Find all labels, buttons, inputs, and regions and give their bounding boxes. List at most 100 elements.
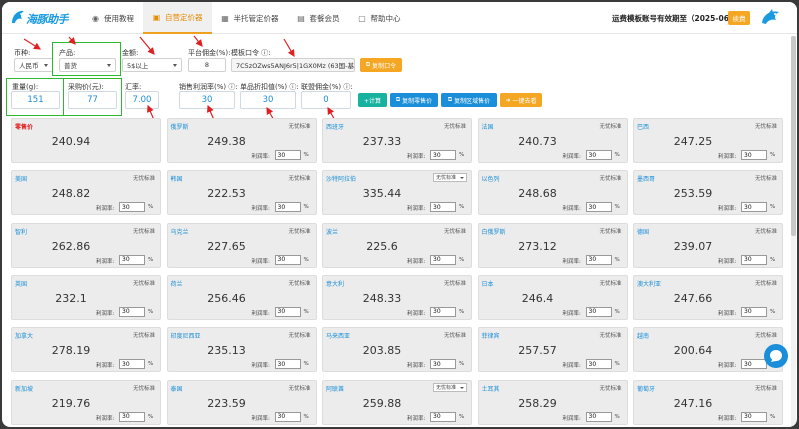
country-name[interactable]: 葡萄牙	[637, 384, 655, 393]
chat-support-button[interactable]	[764, 344, 788, 368]
margin-input[interactable]: 30	[430, 150, 456, 160]
country-name[interactable]: 乌克兰	[171, 227, 189, 236]
nav-membership[interactable]: ▤ 套餐会员	[288, 2, 349, 34]
margin-input[interactable]: 30	[585, 306, 612, 317]
shipping-method-select[interactable]: 无忧标准	[433, 173, 467, 183]
arrow-right-icon: ➜	[505, 96, 511, 104]
margin-input[interactable]: 30	[430, 359, 456, 370]
margin-input[interactable]: 30	[119, 254, 145, 265]
weight-input[interactable]: 151	[11, 91, 60, 109]
country-card: 沙特阿拉伯 无忧标准 335.44 利润率: 30%	[322, 170, 472, 216]
margin-input[interactable]: 30	[430, 254, 456, 265]
country-name[interactable]: 波兰	[326, 227, 338, 236]
currency-select[interactable]: 人民币	[14, 58, 53, 72]
exchange-rate-input[interactable]: 7.00	[125, 91, 159, 109]
country-name[interactable]: 菲律宾	[482, 331, 500, 340]
amount-select[interactable]: 5$以上	[122, 58, 182, 72]
percent-sign: %	[459, 152, 465, 158]
amount-label: 金额:	[122, 49, 139, 57]
margin-input[interactable]: 30	[274, 411, 301, 422]
margin-label: 利润率:	[96, 258, 115, 265]
country-name[interactable]: 澳大利亚	[637, 279, 661, 288]
country-name[interactable]: 韩国	[171, 174, 183, 183]
country-name[interactable]: 智利	[15, 227, 27, 236]
shipping-method-tag: 无忧标准	[754, 228, 777, 235]
margin-input[interactable]: 30	[741, 202, 767, 213]
copy-retail-button[interactable]: ⧉ 复制零售价	[390, 93, 438, 107]
margin-label: 利润率:	[251, 363, 270, 370]
margin-input[interactable]: 30	[274, 359, 301, 370]
margin-input[interactable]: 30	[119, 306, 145, 317]
margin-input[interactable]: 30	[741, 411, 767, 422]
country-name[interactable]: 马来西亚	[326, 331, 350, 340]
app-logo[interactable]: 海豚助手	[10, 7, 72, 29]
renew-button[interactable]: 续费	[728, 11, 750, 25]
country-name[interactable]: 以色列	[482, 174, 500, 183]
margin-input[interactable]: 30	[119, 202, 145, 213]
country-name[interactable]: 日本	[482, 279, 494, 288]
purchase-price-input[interactable]: 77	[68, 91, 117, 109]
nav-help[interactable]: ▢ 帮助中心	[349, 2, 410, 34]
country-name[interactable]: 美国	[15, 174, 27, 183]
country-name[interactable]: 印度尼西亚	[171, 331, 201, 340]
country-name[interactable]: 英国	[15, 279, 27, 288]
copy-code-button[interactable]: ⧉ 复制口令	[360, 58, 402, 72]
country-name[interactable]: 德国	[637, 227, 649, 236]
margin-input[interactable]: 30	[585, 150, 612, 160]
nav-tutorial[interactable]: ◉ 使用教程	[82, 2, 143, 34]
one-click-button[interactable]: ➜ 一键去看	[500, 93, 542, 107]
scrollbar-thumb[interactable]	[791, 36, 796, 236]
country-name[interactable]: 新加坡	[15, 384, 33, 393]
country-name[interactable]: 荷兰	[171, 279, 183, 288]
country-card: 韩国 无忧标准 222.53 利润率: 30%	[166, 170, 317, 216]
margin-input[interactable]: 30	[741, 254, 767, 265]
template-code-input[interactable]: 7C5zOZws5ANJ6r5|1GX0Mz (63国-基本号	[231, 58, 355, 72]
country-name[interactable]: 西班牙	[326, 122, 344, 131]
sales-margin-input[interactable]: 30	[179, 91, 235, 109]
country-name[interactable]: 土耳其	[482, 384, 500, 393]
margin-input[interactable]: 30	[585, 202, 612, 213]
country-card: 乌克兰 无忧标准 227.65 利润率: 30%	[166, 222, 317, 268]
country-name[interactable]: 墨西哥	[637, 174, 655, 183]
margin-input[interactable]: 30	[430, 202, 456, 213]
margin-input[interactable]: 30	[585, 359, 612, 370]
margin-input[interactable]: 30	[430, 411, 456, 422]
nav-self-pricer[interactable]: ▣ 自营定价器	[143, 2, 212, 34]
margin-label: 利润率:	[562, 258, 581, 265]
chevron-down-icon	[460, 386, 464, 389]
country-name[interactable]: 阿联酋	[326, 384, 344, 393]
margin-input[interactable]: 30	[585, 411, 612, 422]
country-name[interactable]: 俄罗斯	[171, 122, 189, 131]
platform-commission-input[interactable]: 8	[188, 58, 226, 72]
country-name[interactable]: 越南	[637, 331, 649, 340]
country-name[interactable]: 意大利	[326, 279, 344, 288]
copy-region-button[interactable]: ⧉ 复制区域售价	[441, 93, 497, 107]
margin-input[interactable]: 30	[585, 254, 612, 265]
percent-sign: %	[770, 256, 776, 263]
margin-input[interactable]: 30	[741, 359, 767, 370]
country-name[interactable]: 沙特阿拉伯	[326, 174, 356, 183]
scrollbar[interactable]	[791, 36, 796, 426]
margin-input[interactable]: 30	[274, 202, 301, 213]
discount-input[interactable]: 30	[240, 91, 296, 109]
margin-input[interactable]: 30	[119, 359, 145, 370]
nav-semi-pricer[interactable]: ▦ 半托管定价器	[212, 2, 288, 34]
affiliate-input[interactable]: 0	[301, 91, 351, 109]
margin-input[interactable]: 30	[274, 254, 301, 265]
country-price: 256.46	[207, 291, 246, 305]
calculate-button[interactable]: +计算	[358, 93, 387, 107]
country-name[interactable]: 白俄罗斯	[482, 227, 506, 236]
margin-input[interactable]: 30	[430, 306, 456, 317]
margin-input[interactable]: 30	[741, 306, 767, 317]
margin-input[interactable]: 30	[274, 150, 301, 160]
country-name[interactable]: 巴西	[637, 122, 649, 131]
country-name[interactable]: 泰国	[171, 384, 183, 393]
country-price: 247.66	[673, 291, 713, 305]
margin-input[interactable]: 30	[274, 306, 301, 317]
country-name[interactable]: 加拿大	[15, 331, 33, 340]
margin-input[interactable]: 30	[119, 411, 145, 422]
margin-input[interactable]: 30	[741, 150, 767, 160]
shipping-method-select[interactable]: 无忧标准	[433, 382, 467, 392]
country-name[interactable]: 法国	[482, 122, 494, 131]
percent-sign: %	[303, 152, 309, 158]
